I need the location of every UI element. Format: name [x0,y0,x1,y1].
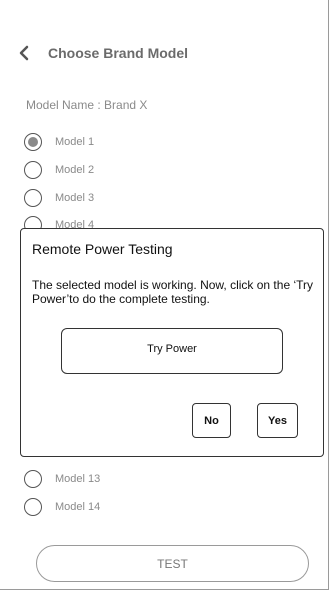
try-power-button[interactable]: Try Power [61,328,283,374]
no-button[interactable]: No [192,403,231,438]
model-radio-3[interactable]: Model 3 [24,189,94,207]
radio-circle[interactable] [24,498,42,516]
chevron-left-icon [19,45,29,61]
model-label: Model 3 [55,192,95,204]
model-label: Model 2 [55,164,95,176]
model-label: Model 14 [55,501,101,513]
page-title: Choose Brand Model [48,45,189,61]
back-button[interactable] [18,43,40,63]
header: Choose Brand Model [18,43,188,63]
model-radio-13[interactable]: Model 13 [24,470,100,488]
model-label: Model 13 [55,473,101,485]
dialog-message: The selected model is working. Now, clic… [32,278,313,306]
radio-circle[interactable] [24,189,42,207]
dialog-title: Remote Power Testing [32,241,173,257]
model-radio-2[interactable]: Model 2 [24,161,94,179]
model-label: Model 1 [55,136,95,148]
yes-button[interactable]: Yes [257,403,298,438]
model-name-label: Model Name : Brand X [26,98,148,112]
radio-circle[interactable] [24,470,42,488]
model-radio-14[interactable]: Model 14 [24,498,100,516]
remote-power-testing-dialog: Remote Power Testing The selected model … [20,228,324,457]
model-radio-1[interactable]: Model 1 [24,133,94,151]
radio-circle[interactable] [24,161,42,179]
radio-circle[interactable] [24,133,42,151]
test-button[interactable]: TEST [36,545,309,582]
radio-selected-dot [28,137,38,147]
